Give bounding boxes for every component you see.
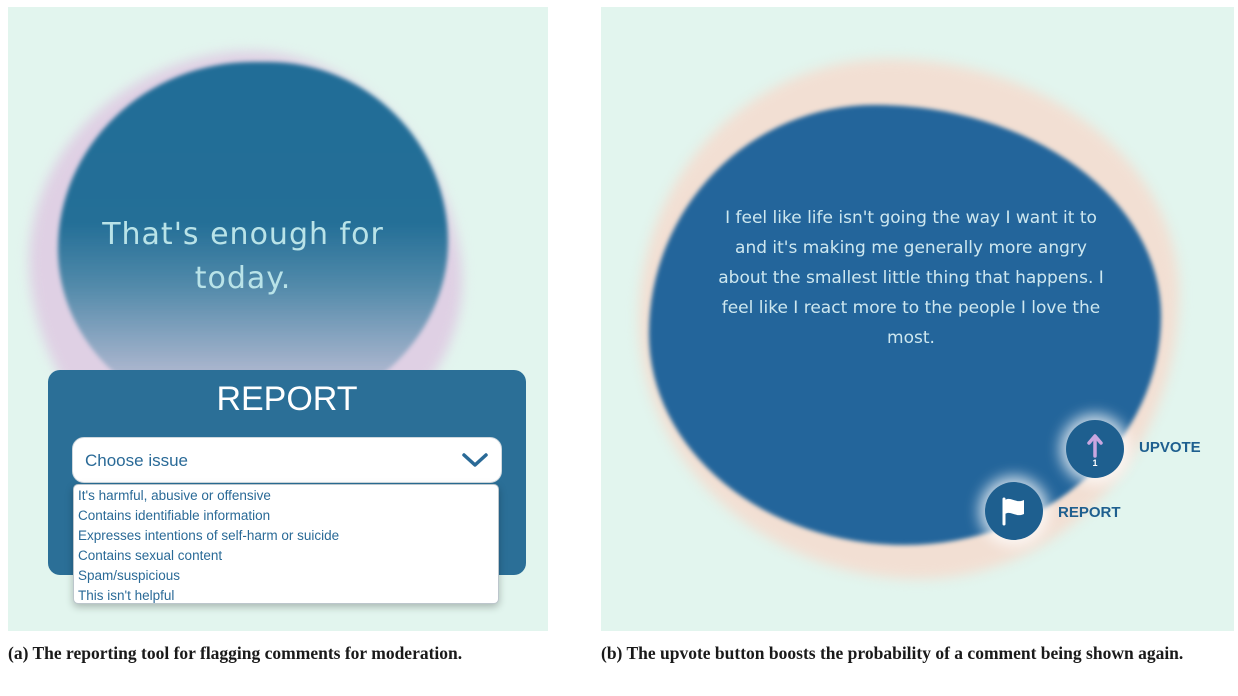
flag-icon [1002,497,1024,526]
upvote-button[interactable]: 1 [1066,420,1124,478]
issue-select[interactable]: Choose issue [72,437,502,483]
prompt-text: That's enough for today. [102,217,384,296]
issue-option[interactable]: Contains identifiable information [74,506,498,526]
report-button[interactable] [985,482,1043,540]
issue-option[interactable]: This isn't helpful [74,586,498,606]
issue-option[interactable]: It's harmful, abusive or offensive [74,486,498,506]
issue-select-label: Choose issue [85,451,189,470]
upvote-count: 1 [1092,458,1098,468]
comment-text: I feel like life isn't going the way I w… [718,208,1104,348]
report-title: REPORT [216,380,358,418]
issue-option[interactable]: Contains sexual content [74,546,498,566]
panel-upvote: I feel like life isn't going the way I w… [601,7,1234,631]
caption-a: (a) The reporting tool for flagging comm… [8,643,463,663]
upvote-label[interactable]: UPVOTE [1139,439,1201,456]
issue-dropdown-list: It's harmful, abusive or offensive Conta… [73,484,499,604]
caption-b: (b) The upvote button boosts the probabi… [601,643,1184,663]
issue-option[interactable]: Spam/suspicious [74,566,498,586]
chevron-down-icon [462,453,488,467]
panel-report-tool: That's enough for today. REPORT Choose i… [8,7,548,631]
arrow-up-icon [1087,434,1103,458]
issue-option[interactable]: Expresses intentions of self-harm or sui… [74,526,498,546]
report-label[interactable]: REPORT [1058,504,1121,521]
